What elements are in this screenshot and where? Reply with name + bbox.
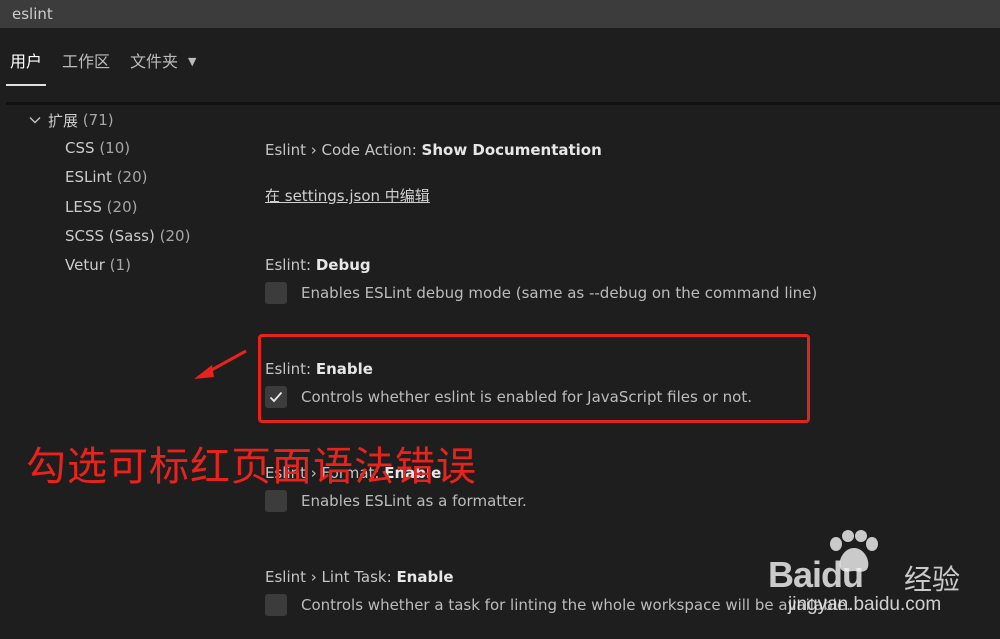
setting-description: Enables ESLint as a formatter. [301,492,527,510]
settings-scope-tabs: 用户 工作区 文件夹 ▼ [0,38,207,86]
dropdown-caret-icon: ▼ [188,55,197,68]
setting-code-action: Eslint › Code Action: Show Documentation… [265,141,965,206]
setting-description: Enables ESLint debug mode (same as --deb… [301,284,818,302]
toc-item-vetur[interactable]: Vetur (1) [28,251,248,280]
settings-search-input[interactable] [12,5,912,23]
toc-group-extensions[interactable]: 扩展 (71) [28,108,248,132]
toc-item-css[interactable]: CSS (10) [28,134,248,163]
settings-search-bar[interactable] [0,0,1000,28]
baidu-jingyan-watermark: Baidu 经验 jingyan.baidu.com [764,526,994,618]
toc-item-less[interactable]: LESS (20) [28,193,248,222]
setting-title: Eslint: Debug [265,256,371,274]
setting-title: Eslint › Code Action: Show Documentation [265,141,602,159]
tab-user[interactable]: 用户 [0,38,52,86]
annotation-text: 勾选可标红页面语法错误 [26,444,477,490]
format-checkbox[interactable] [265,490,287,512]
toc-item-scss[interactable]: SCSS (Sass) (20) [28,222,248,251]
chevron-down-icon [29,117,41,124]
annotation-highlight-box [258,334,810,423]
edit-in-settings-json-link[interactable]: 在 settings.json 中编辑 [265,187,430,205]
tab-folder[interactable]: 文件夹 ▼ [120,38,206,86]
setting-debug: Eslint: Debug Enables ESLint debug mode … [265,256,965,304]
header-divider [6,102,1000,105]
debug-checkbox[interactable] [265,282,287,304]
settings-toc: 扩展 (71) CSS (10) ESLint (20) LESS (20) S… [28,108,248,280]
lint-task-checkbox[interactable] [265,594,287,616]
toc-item-eslint[interactable]: ESLint (20) [28,163,248,192]
tab-workspace[interactable]: 工作区 [52,38,120,86]
annotation-arrow-icon [194,349,247,379]
